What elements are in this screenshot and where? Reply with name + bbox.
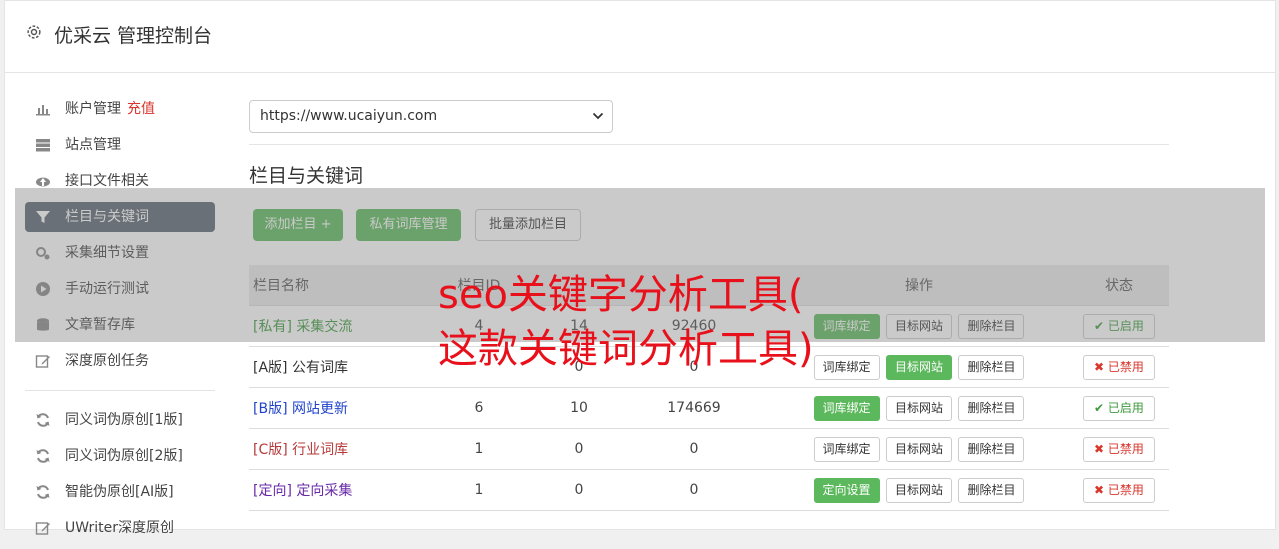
sidebar-item-label: 智能伪原创[AI版] xyxy=(65,484,174,500)
column-id: 6 xyxy=(419,387,539,429)
sidebar-item-label: UWriter深度原创 xyxy=(65,520,174,536)
target-site-button[interactable]: 目标网站 xyxy=(885,354,952,380)
sidebar-item-synonym-v2[interactable]: 同义词伪原创[2版] xyxy=(25,441,215,471)
column-count-link[interactable]: 0 xyxy=(539,428,619,470)
overlay-headline-line2: 这款关键词分析工具) xyxy=(438,326,814,372)
refresh-icon xyxy=(36,485,50,499)
site-select[interactable]: https://www.ucaiyun.com xyxy=(249,100,613,133)
delete-column-button[interactable]: 删除栏目 xyxy=(958,477,1025,503)
overlay-headline: seo关键字分析工具( 这款关键词分析工具) xyxy=(438,268,814,376)
bind-lexicon-button[interactable]: 词库绑定 xyxy=(813,395,880,421)
column-count-link[interactable]: 0 xyxy=(539,469,619,511)
server-icon xyxy=(36,139,50,152)
target-site-button[interactable]: 目标网站 xyxy=(885,477,952,503)
delete-column-button[interactable]: 删除栏目 xyxy=(958,354,1025,380)
refresh-icon xyxy=(36,413,50,427)
gear-icon xyxy=(27,25,41,39)
column-id: 1 xyxy=(419,428,539,470)
sidebar-item-ai-original[interactable]: 智能伪原创[AI版] xyxy=(25,477,215,507)
row-status: ✖ 已禁用 xyxy=(1069,428,1169,470)
bind-lexicon-button[interactable]: 词库绑定 xyxy=(813,354,880,380)
column-count-link[interactable]: 10 xyxy=(539,387,619,429)
column-total: 0 xyxy=(619,428,769,470)
column-name[interactable]: [C版] 行业词库 xyxy=(249,428,419,470)
site-select-value: https://www.ucaiyun.com xyxy=(260,108,438,124)
table-row: [C版] 行业词库 1 0 0 词库绑定 目标网站 删除栏目 ✖ 已禁用 xyxy=(249,428,1169,470)
sidebar-item-synonym-v1[interactable]: 同义词伪原创[1版] xyxy=(25,405,215,435)
table-row: [B版] 网站更新 6 10 174669 词库绑定 目标网站 删除栏目 ✔ 已… xyxy=(249,387,1169,429)
row-actions: 词库绑定 目标网站 删除栏目 xyxy=(769,346,1069,388)
column-name[interactable]: [定向] 定向采集 xyxy=(249,469,419,511)
column-total: 0 xyxy=(619,469,769,511)
app-title: 优采云 管理控制台 xyxy=(54,25,213,47)
row-actions: 定向设置 目标网站 删除栏目 xyxy=(769,469,1069,511)
sidebar-item-label: 账户管理 xyxy=(65,101,121,117)
row-status: ✔ 已启用 xyxy=(1069,387,1169,429)
edit-icon xyxy=(35,355,50,368)
status-toggle[interactable]: ✖ 已禁用 xyxy=(1083,436,1155,462)
divider xyxy=(249,144,1169,145)
sidebar-item-deep-original[interactable]: 深度原创任务 xyxy=(25,346,215,376)
sidebar-item-label: 深度原创任务 xyxy=(65,353,149,369)
table-row: [定向] 定向采集 1 0 0 定向设置 目标网站 删除栏目 ✖ 已禁用 xyxy=(249,469,1169,511)
column-name[interactable]: [A版] 公有词库 xyxy=(249,346,419,388)
bar-chart-icon xyxy=(36,105,50,116)
row-status: ✖ 已禁用 xyxy=(1069,469,1169,511)
row-status: ✖ 已禁用 xyxy=(1069,346,1169,388)
sidebar-item-label: 站点管理 xyxy=(65,137,121,153)
column-total: 174669 xyxy=(619,387,769,429)
column-id: 1 xyxy=(419,469,539,511)
section-title: 栏目与关键词 xyxy=(249,165,364,187)
top-bar: 优采云 管理控制台 xyxy=(5,1,1275,73)
refresh-icon xyxy=(36,449,50,463)
column-name[interactable]: [B版] 网站更新 xyxy=(249,387,419,429)
row-actions: 词库绑定 目标网站 删除栏目 xyxy=(769,428,1069,470)
delete-column-button[interactable]: 删除栏目 xyxy=(958,436,1025,462)
sidebar-divider xyxy=(25,390,215,391)
sidebar-item-label: 同义词伪原创[1版] xyxy=(65,412,183,428)
status-toggle[interactable]: ✖ 已禁用 xyxy=(1083,354,1155,380)
row-actions: 词库绑定 目标网站 删除栏目 xyxy=(769,387,1069,429)
bind-lexicon-button[interactable]: 词库绑定 xyxy=(813,436,880,462)
status-toggle[interactable]: ✔ 已启用 xyxy=(1083,395,1155,421)
delete-column-button[interactable]: 删除栏目 xyxy=(958,395,1025,421)
sidebar-item-sites[interactable]: 站点管理 xyxy=(25,130,215,160)
targeted-settings-button[interactable]: 定向设置 xyxy=(813,477,880,503)
sidebar-item-label: 同义词伪原创[2版] xyxy=(65,448,183,464)
chevron-down-icon xyxy=(592,112,604,120)
overlay-headline-line1: seo关键字分析工具( xyxy=(438,272,804,318)
edit-icon xyxy=(35,522,50,535)
recharge-link[interactable]: 充值 xyxy=(127,101,155,117)
target-site-button[interactable]: 目标网站 xyxy=(885,395,952,421)
sidebar-item-account[interactable]: 账户管理 充值 xyxy=(25,94,215,124)
cloud-upload-icon xyxy=(36,177,50,187)
target-site-button[interactable]: 目标网站 xyxy=(885,436,952,462)
sidebar-item-uwriter[interactable]: UWriter深度原创 xyxy=(25,513,215,543)
status-toggle[interactable]: ✖ 已禁用 xyxy=(1083,477,1155,503)
